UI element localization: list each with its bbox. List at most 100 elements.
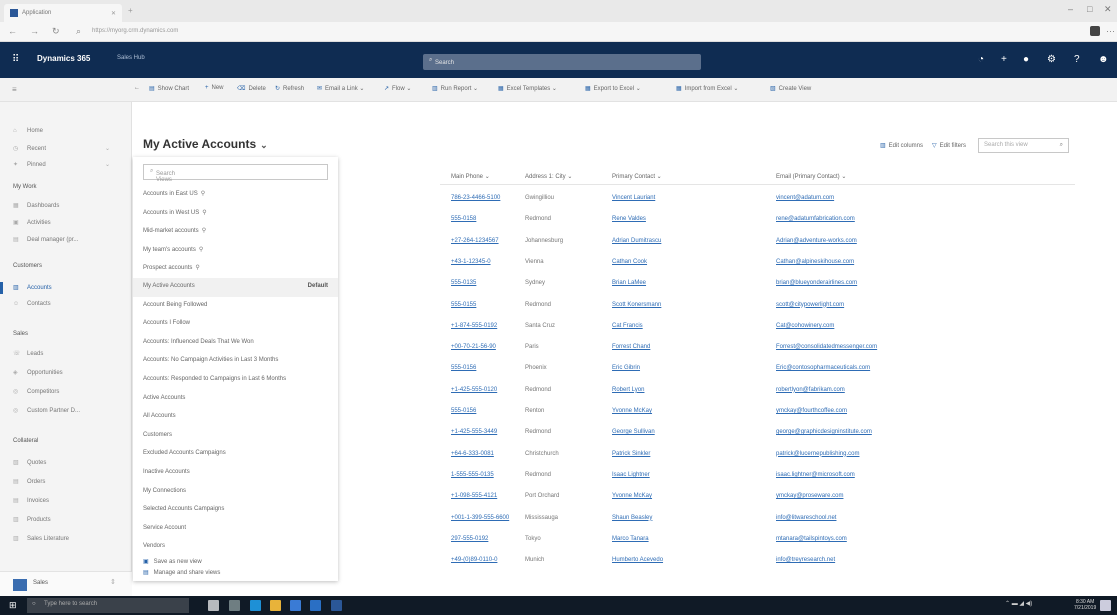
email-cell[interactable]: brian@blueyonderairlines.com <box>776 280 857 286</box>
view-list-item[interactable]: Inactive Accounts <box>133 464 338 483</box>
browser-menu-icon[interactable]: ⋯ <box>1106 26 1115 37</box>
email-cell[interactable]: robertlyon@fabrikam.com <box>776 387 845 393</box>
sidebar-item-competitors[interactable]: ◎ Competitors <box>13 388 59 395</box>
hamburger-icon[interactable]: ≡ <box>12 85 17 94</box>
main-phone-cell[interactable]: +43-1-12345-0 <box>451 259 491 265</box>
url-field[interactable]: https://myorg.crm.dynamics.com <box>92 28 178 34</box>
help-icon[interactable]: ? <box>1074 54 1080 65</box>
view-list-item[interactable]: Accounts in East US ⚲ <box>133 185 338 204</box>
email-cell[interactable]: Cathan@alpineskihouse.com <box>776 259 854 265</box>
refresh-button[interactable]: ↻ Refresh <box>275 85 304 92</box>
lightbulb-icon[interactable]: ● <box>1023 54 1029 65</box>
view-list-item[interactable]: Excluded Accounts Campaigns <box>133 445 338 464</box>
area-switcher[interactable]: Sales ⇕ <box>0 571 132 596</box>
flow-button[interactable]: ↗ Flow ⌄ <box>384 85 411 92</box>
manage-views-button[interactable]: ▤ Manage and share views <box>143 569 220 576</box>
new-tab-icon[interactable]: + <box>128 6 133 15</box>
pin-icon[interactable]: ⚲ <box>199 247 203 253</box>
primary-contact-cell[interactable]: Brian LaMee <box>612 280 646 286</box>
chevron-down-icon[interactable]: ⌄ <box>105 145 110 152</box>
column-header-primary-contact[interactable]: Primary Contact ⌄ <box>612 173 662 180</box>
primary-contact-cell[interactable]: Yvonne McKay <box>612 408 652 414</box>
view-list-item[interactable]: Service Account <box>133 520 338 539</box>
sidebar-item-sales-literature[interactable]: ▥ Sales Literature <box>13 535 69 542</box>
mail-icon[interactable] <box>310 600 321 611</box>
primary-contact-cell[interactable]: George Sullivan <box>612 429 655 435</box>
primary-contact-cell[interactable]: Shaun Beasley <box>612 515 652 521</box>
back-arrow-icon[interactable]: ← <box>134 85 140 91</box>
view-list-item[interactable]: Mid-market accounts ⚲ <box>133 222 338 241</box>
primary-contact-cell[interactable]: Yvonne McKay <box>612 493 652 499</box>
run-report-button[interactable]: ▥ Run Report ⌄ <box>432 85 478 92</box>
chevron-down-icon[interactable]: ⌄ <box>105 161 110 168</box>
sidebar-item-activities[interactable]: ▣ Activities <box>13 219 51 226</box>
email-cell[interactable]: scott@citypowerlight.com <box>776 302 844 308</box>
primary-contact-cell[interactable]: Isaac Lightner <box>612 472 650 478</box>
main-phone-cell[interactable]: 786-23-4466-5100 <box>451 195 500 201</box>
profile-icon[interactable] <box>1090 26 1100 36</box>
edit-filters-button[interactable]: ▽ Edit filters <box>932 142 966 149</box>
main-phone-cell[interactable]: +49-(0)89-0110-0 <box>451 557 497 563</box>
primary-contact-cell[interactable]: Marco Tanara <box>612 536 649 542</box>
email-cell[interactable]: info@treyresearch.net <box>776 557 835 563</box>
view-selector[interactable]: My Active Accounts ⌄ <box>143 137 268 151</box>
column-header-email[interactable]: Email (Primary Contact) ⌄ <box>776 173 846 180</box>
email-cell[interactable]: Adrian@adventure-works.com <box>776 238 857 244</box>
main-phone-cell[interactable]: 555-0158 <box>451 216 476 222</box>
view-list-item[interactable]: Customers <box>133 427 338 446</box>
email-cell[interactable]: mtanara@tailspintoys.com <box>776 536 847 542</box>
file-explorer-icon[interactable] <box>270 600 281 611</box>
sidebar-item-dashboards[interactable]: ▦ Dashboards <box>13 202 59 209</box>
email-cell[interactable]: isaac.lightner@microsoft.com <box>776 472 855 478</box>
show-chart-button[interactable]: ▤ Show Chart <box>149 85 189 92</box>
email-cell[interactable]: Forrest@consolidatedmessenger.com <box>776 344 877 350</box>
main-phone-cell[interactable]: +1-425-555-0120 <box>451 387 497 393</box>
main-phone-cell[interactable]: 555-0155 <box>451 302 476 308</box>
email-cell[interactable]: rene@adatumfabrication.com <box>776 216 855 222</box>
delete-button[interactable]: ⌫ Delete <box>237 85 266 92</box>
sidebar-item-contacts[interactable]: ☺ Contacts <box>13 301 51 307</box>
search-icon[interactable]: ⌕ <box>1060 142 1063 149</box>
view-list-item[interactable]: Accounts I Follow <box>133 315 338 334</box>
forward-icon[interactable]: → <box>30 26 39 36</box>
email-cell[interactable]: patrick@lucernepublishing.com <box>776 451 859 457</box>
settings-icon[interactable]: ⚙ <box>1047 54 1056 65</box>
main-phone-cell[interactable]: +1-425-555-3449 <box>451 429 497 435</box>
sidebar-item-recent[interactable]: ◷ Recent ⌄ <box>13 145 110 152</box>
global-search-input[interactable]: ⌕ Search <box>423 54 701 70</box>
refresh-page-icon[interactable]: ↻ <box>52 26 60 37</box>
main-phone-cell[interactable]: +1-874-555-0192 <box>451 323 497 329</box>
sidebar-item-deal-manager[interactable]: ▤ Deal manager (pr... <box>13 236 78 243</box>
sidebar-item-quotes[interactable]: ▧ Quotes <box>13 459 46 466</box>
primary-contact-cell[interactable]: Robert Lyon <box>612 387 644 393</box>
primary-contact-cell[interactable]: Cat Francis <box>612 323 643 329</box>
minimize-icon[interactable]: – <box>1068 4 1073 14</box>
browser-tab[interactable]: Application ✕ <box>4 4 122 22</box>
view-list-item[interactable]: Accounts: Influenced Deals That We Won <box>133 334 338 353</box>
system-tray-icons[interactable]: ⌃ ▬ ◢ ◀) <box>1005 600 1032 607</box>
view-list-item[interactable]: Accounts in West US ⚲ <box>133 204 338 223</box>
sidebar-item-opportunities[interactable]: ◈ Opportunities <box>13 369 63 376</box>
edge-browser-icon[interactable] <box>250 600 261 611</box>
view-list-item[interactable]: All Accounts <box>133 408 338 427</box>
column-header-main-phone[interactable]: Main Phone ⌄ <box>451 173 490 180</box>
email-cell[interactable]: ymckay@proseware.com <box>776 493 843 499</box>
main-phone-cell[interactable]: +27-264-1234567 <box>451 238 499 244</box>
sidebar-item-leads[interactable]: ☏ Leads <box>13 350 43 357</box>
main-phone-cell[interactable]: 1-555-555-0135 <box>451 472 494 478</box>
new-button[interactable]: + New <box>205 85 224 91</box>
pin-icon[interactable]: ⚲ <box>195 265 199 271</box>
main-phone-cell[interactable]: +64-6-333-0081 <box>451 451 494 457</box>
primary-contact-cell[interactable]: Eric Gibrin <box>612 365 640 371</box>
sidebar-item-products[interactable]: ▥ Products <box>13 516 51 523</box>
view-list-item[interactable]: Selected Accounts Campaigns <box>133 501 338 520</box>
task-view-icon[interactable] <box>229 600 240 611</box>
main-phone-cell[interactable]: +001-1-399-555-6600 <box>451 515 509 521</box>
sidebar-item-invoices[interactable]: ▤ Invoices <box>13 497 49 504</box>
import-excel-button[interactable]: ▦ Import from Excel ⌄ <box>676 85 738 92</box>
primary-contact-cell[interactable]: Humberto Acevedo <box>612 557 663 563</box>
email-link-button[interactable]: ✉ Email a Link ⌄ <box>317 85 364 92</box>
primary-contact-cell[interactable]: Vincent Lauriant <box>612 195 655 201</box>
user-avatar[interactable]: ☻ <box>1098 54 1109 65</box>
sidebar-item-custom-partner[interactable]: ◎ Custom Partner D... <box>13 407 80 414</box>
